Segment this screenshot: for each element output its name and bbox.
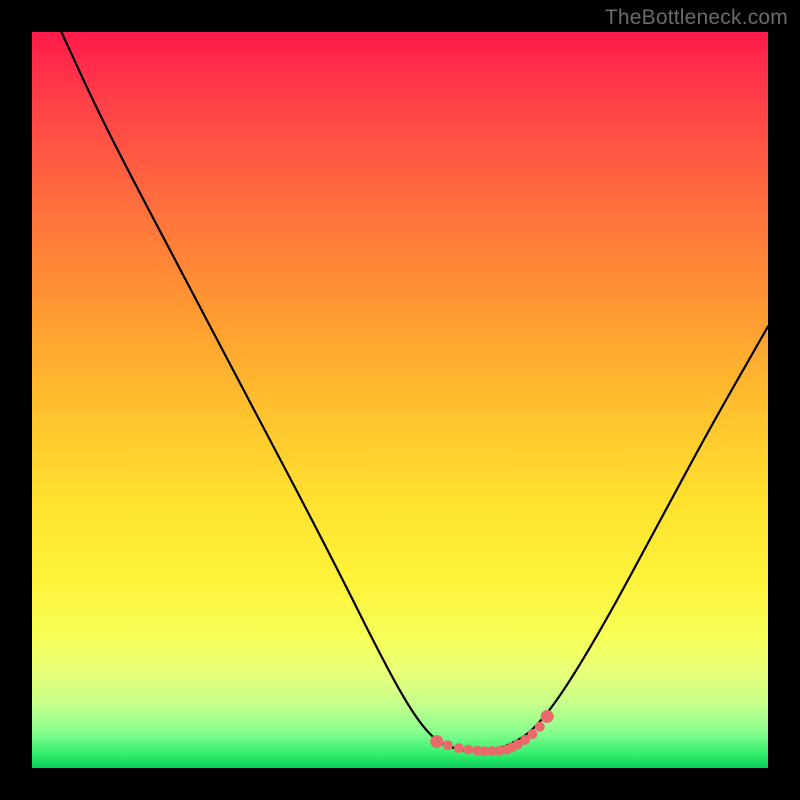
plateau-dot — [541, 710, 554, 723]
plateau-dot — [443, 740, 453, 750]
plateau-dot — [463, 745, 473, 755]
watermark-text: TheBottleneck.com — [605, 6, 788, 30]
chart-frame: TheBottleneck.com — [0, 0, 800, 800]
plateau-dot — [430, 735, 443, 748]
plateau-dots — [430, 710, 553, 756]
plateau-dot — [528, 729, 538, 739]
chart-svg — [32, 32, 768, 768]
bottleneck-curve — [61, 32, 768, 751]
plateau-dot — [454, 743, 464, 753]
plateau-dot — [535, 722, 545, 732]
plot-area — [32, 32, 768, 768]
